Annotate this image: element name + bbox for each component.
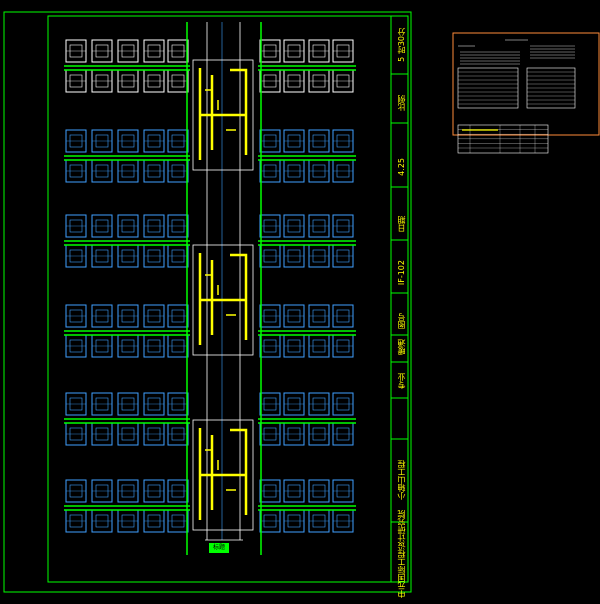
mechanical-core xyxy=(192,59,254,171)
legend-table xyxy=(457,124,549,154)
room-row xyxy=(64,69,356,93)
room-row xyxy=(64,334,356,358)
mechanical-core xyxy=(192,419,254,531)
duct-branch xyxy=(205,89,236,131)
room-row xyxy=(64,304,356,332)
outer-border xyxy=(3,11,412,593)
title-project: 小轴山工程 xyxy=(396,460,406,500)
room-row xyxy=(64,509,356,533)
room-row xyxy=(64,39,356,67)
floor-plan-drawing xyxy=(3,11,600,593)
drawing-sheet: 中元国际工程设计研究院 小轴山工程 专业 暖通 图号 IF-102 日期 4.2… xyxy=(0,0,600,600)
duct-branch xyxy=(205,449,236,491)
notes-sheet xyxy=(452,32,600,154)
title-date: 4.25 xyxy=(396,158,406,176)
room-row xyxy=(64,479,356,507)
room-row xyxy=(64,244,356,268)
room-row xyxy=(64,159,356,183)
title-scale-label: 比例 xyxy=(396,95,406,111)
title-designer: 中元国际工程设计研究院 xyxy=(396,510,406,598)
duct-branch xyxy=(205,274,236,316)
title-number-label: 图号 xyxy=(396,313,406,329)
title-scale: 5 时30分 xyxy=(396,28,406,62)
room-row xyxy=(64,214,356,242)
room-row xyxy=(64,392,356,420)
title-drawing-label: 暖通 xyxy=(396,339,406,355)
central-corridor xyxy=(186,22,262,555)
title-discipline: 专业 xyxy=(396,373,406,389)
plan-caption: 标题 xyxy=(209,543,229,553)
title-date-label: 日期 xyxy=(396,216,406,232)
title-number: IF-102 xyxy=(396,260,406,286)
room-row xyxy=(64,129,356,157)
mechanical-core xyxy=(192,244,254,356)
room-row xyxy=(64,422,356,446)
